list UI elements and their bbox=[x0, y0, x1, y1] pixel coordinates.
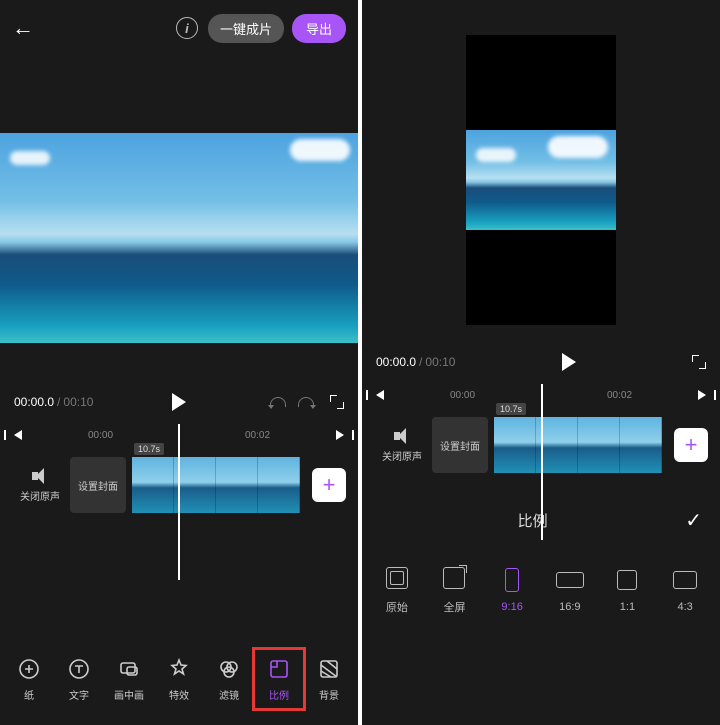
timeline-tick-0: 00:00 bbox=[384, 390, 541, 401]
tool-ratio[interactable]: 比例 bbox=[257, 652, 301, 706]
clip-track[interactable]: 10.7s bbox=[132, 457, 300, 513]
video-preview[interactable] bbox=[362, 20, 720, 340]
info-icon[interactable]: i bbox=[176, 17, 198, 39]
time-current: 00:00.0 bbox=[376, 355, 416, 369]
mute-toggle[interactable]: 关闭原声 bbox=[372, 428, 432, 463]
timeline-tick-0: 00:00 bbox=[22, 430, 179, 441]
speaker-icon bbox=[30, 468, 50, 484]
undo-icon[interactable] bbox=[270, 397, 286, 407]
confirm-check-icon[interactable]: ✓ bbox=[685, 508, 702, 533]
add-clip-button[interactable]: + bbox=[674, 428, 708, 462]
skip-start-icon[interactable] bbox=[14, 430, 22, 440]
playhead[interactable] bbox=[178, 424, 180, 580]
canvas-9-16 bbox=[466, 35, 616, 325]
back-arrow-icon[interactable]: ← bbox=[12, 15, 34, 41]
skip-start-icon[interactable] bbox=[376, 390, 384, 400]
ratio-options: 原始全屏 9:16 16:9 1:1 4:3 bbox=[362, 544, 720, 634]
mute-toggle[interactable]: 关闭原声 bbox=[10, 468, 70, 503]
clip-track[interactable]: 10.7s bbox=[494, 417, 662, 473]
playhead[interactable] bbox=[541, 384, 543, 540]
clip-duration-badge: 10.7s bbox=[134, 443, 164, 455]
tool-bg[interactable]: 背景 bbox=[307, 656, 351, 702]
tool-text[interactable]: 文字 bbox=[57, 656, 101, 702]
video-preview[interactable] bbox=[0, 96, 358, 380]
ratio-option-full[interactable]: 全屏 bbox=[439, 563, 469, 615]
fullscreen-icon[interactable] bbox=[692, 355, 706, 369]
ratio-option-1_1[interactable]: 1:1 bbox=[612, 565, 642, 613]
time-sep: / bbox=[57, 395, 60, 409]
tool-pip[interactable]: 画中画 bbox=[107, 656, 151, 702]
timeline-tick-1: 00:02 bbox=[541, 390, 698, 401]
mute-label: 关闭原声 bbox=[10, 488, 70, 503]
time-sep: / bbox=[419, 355, 422, 369]
bottom-toolbar: 纸 文字 画中画 特效 滤镜 比例 背景 bbox=[0, 643, 358, 715]
timeline-tick-1: 00:02 bbox=[179, 430, 336, 441]
mute-label: 关闭原声 bbox=[372, 448, 432, 463]
time-total: 00:10 bbox=[425, 355, 455, 369]
set-cover-button[interactable]: 设置封面 bbox=[432, 417, 488, 473]
play-icon[interactable] bbox=[562, 353, 576, 371]
time-total: 00:10 bbox=[63, 395, 93, 409]
speaker-icon bbox=[392, 428, 412, 444]
time-current: 00:00.0 bbox=[14, 395, 54, 409]
tool-sticker[interactable]: 纸 bbox=[7, 656, 51, 702]
set-cover-button[interactable]: 设置封面 bbox=[70, 457, 126, 513]
play-icon[interactable] bbox=[172, 393, 186, 411]
add-clip-button[interactable]: + bbox=[312, 468, 346, 502]
export-button[interactable]: 导出 bbox=[292, 14, 346, 43]
ratio-option-original[interactable]: 原始 bbox=[382, 563, 412, 615]
ratio-option-16_9[interactable]: 16:9 bbox=[555, 565, 585, 613]
tool-filter[interactable]: 滤镜 bbox=[207, 656, 251, 702]
auto-compose-button[interactable]: 一键成片 bbox=[208, 14, 284, 43]
skip-end-icon[interactable] bbox=[336, 430, 344, 440]
skip-end-icon[interactable] bbox=[698, 390, 706, 400]
ratio-option-4_3[interactable]: 4:3 bbox=[670, 565, 700, 613]
clip-duration-badge: 10.7s bbox=[496, 403, 526, 415]
ratio-option-9_16[interactable]: 9:16 bbox=[497, 565, 527, 613]
ratio-panel-title: 比例 bbox=[380, 510, 685, 531]
redo-icon[interactable] bbox=[298, 397, 314, 407]
fullscreen-icon[interactable] bbox=[330, 395, 344, 409]
tool-fx[interactable]: 特效 bbox=[157, 656, 201, 702]
